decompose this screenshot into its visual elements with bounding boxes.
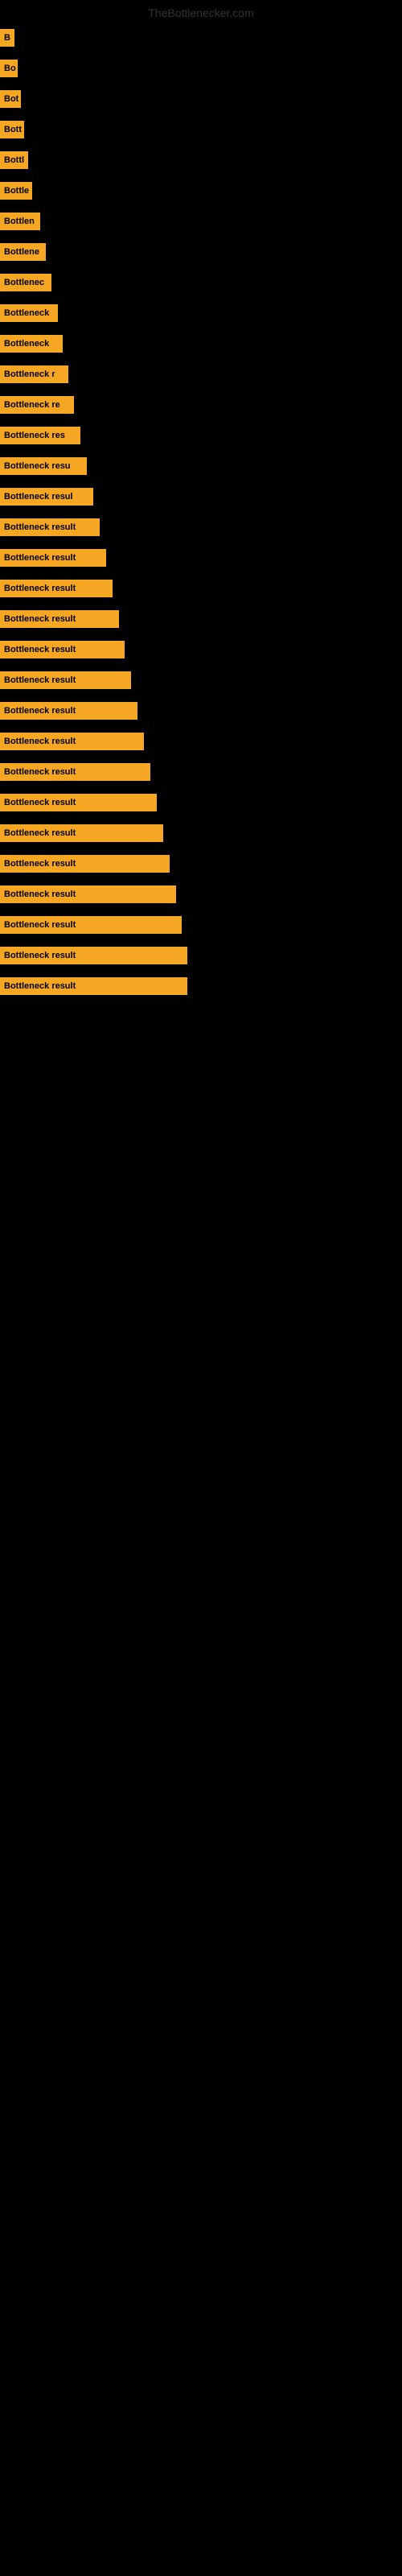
list-item: Bott <box>0 119 402 140</box>
bottleneck-label: Bot <box>0 90 21 108</box>
bottleneck-label: Bottleneck result <box>0 580 113 597</box>
bottleneck-label: Bo <box>0 60 18 77</box>
list-item: Bottleneck result <box>0 731 402 752</box>
bottleneck-label: Bottleneck res <box>0 427 80 444</box>
list-item: Bottlene <box>0 242 402 262</box>
list-item: Bottleneck result <box>0 639 402 660</box>
bottleneck-label: Bottleneck result <box>0 886 176 903</box>
list-item: Bottleneck result <box>0 914 402 935</box>
bottleneck-label: Bottleneck result <box>0 824 163 842</box>
bottleneck-label: Bottl <box>0 151 28 169</box>
list-item: Bottleneck res <box>0 425 402 446</box>
list-item: Bottleneck result <box>0 823 402 844</box>
list-item: Bo <box>0 58 402 79</box>
bottleneck-label: Bottleneck resul <box>0 488 93 506</box>
bottleneck-label: Bottleneck result <box>0 763 150 781</box>
list-item: Bottleneck resu <box>0 456 402 477</box>
list-item: Bottl <box>0 150 402 171</box>
bottleneck-label: Bottleneck result <box>0 671 131 689</box>
list-item: Bottleneck re <box>0 394 402 415</box>
list-item: Bottleneck result <box>0 517 402 538</box>
list-item: Bottlenec <box>0 272 402 293</box>
list-item: Bot <box>0 89 402 109</box>
bottleneck-label: Bottleneck result <box>0 641 125 658</box>
site-title: TheBottlenecker.com <box>0 0 402 23</box>
list-item: Bottleneck result <box>0 762 402 782</box>
bottleneck-label: Bottleneck r <box>0 365 68 383</box>
bottleneck-label: Bottleneck result <box>0 855 170 873</box>
list-item: Bottleneck <box>0 333 402 354</box>
bottleneck-label: Bottleneck result <box>0 610 119 628</box>
list-item: Bottlen <box>0 211 402 232</box>
list-item: Bottleneck result <box>0 609 402 630</box>
list-item: Bottleneck result <box>0 700 402 721</box>
bottleneck-label: B <box>0 29 14 47</box>
bottleneck-label: Bottleneck <box>0 304 58 322</box>
list-item: Bottleneck result <box>0 884 402 905</box>
bottleneck-label: Bottleneck result <box>0 794 157 811</box>
bottleneck-label: Bott <box>0 121 24 138</box>
rows-container: B Bo Bot Bott Bottl Bottle Bottlen Bottlene Bott… <box>0 23 402 1001</box>
bottleneck-label: Bottleneck <box>0 335 63 353</box>
list-item: B <box>0 27 402 48</box>
bottleneck-label: Bottleneck resu <box>0 457 87 475</box>
bottleneck-label: Bottlenec <box>0 274 51 291</box>
bottleneck-label: Bottlene <box>0 243 46 261</box>
list-item: Bottleneck resul <box>0 486 402 507</box>
bottleneck-label: Bottleneck result <box>0 549 106 567</box>
bottleneck-label: Bottleneck result <box>0 702 137 720</box>
list-item: Bottleneck result <box>0 945 402 966</box>
bottleneck-label: Bottleneck re <box>0 396 74 414</box>
list-item: Bottleneck result <box>0 547 402 568</box>
bottleneck-label: Bottleneck result <box>0 916 182 934</box>
bottleneck-label: Bottle <box>0 182 32 200</box>
list-item: Bottleneck result <box>0 670 402 691</box>
bottleneck-label: Bottleneck result <box>0 518 100 536</box>
list-item: Bottleneck result <box>0 853 402 874</box>
list-item: Bottleneck result <box>0 792 402 813</box>
list-item: Bottleneck r <box>0 364 402 385</box>
bottleneck-label: Bottleneck result <box>0 977 187 995</box>
list-item: Bottleneck result <box>0 578 402 599</box>
list-item: Bottleneck <box>0 303 402 324</box>
bottleneck-label: Bottlen <box>0 213 40 230</box>
list-item: Bottleneck result <box>0 976 402 997</box>
bottleneck-label: Bottleneck result <box>0 947 187 964</box>
bottleneck-label: Bottleneck result <box>0 733 144 750</box>
list-item: Bottle <box>0 180 402 201</box>
